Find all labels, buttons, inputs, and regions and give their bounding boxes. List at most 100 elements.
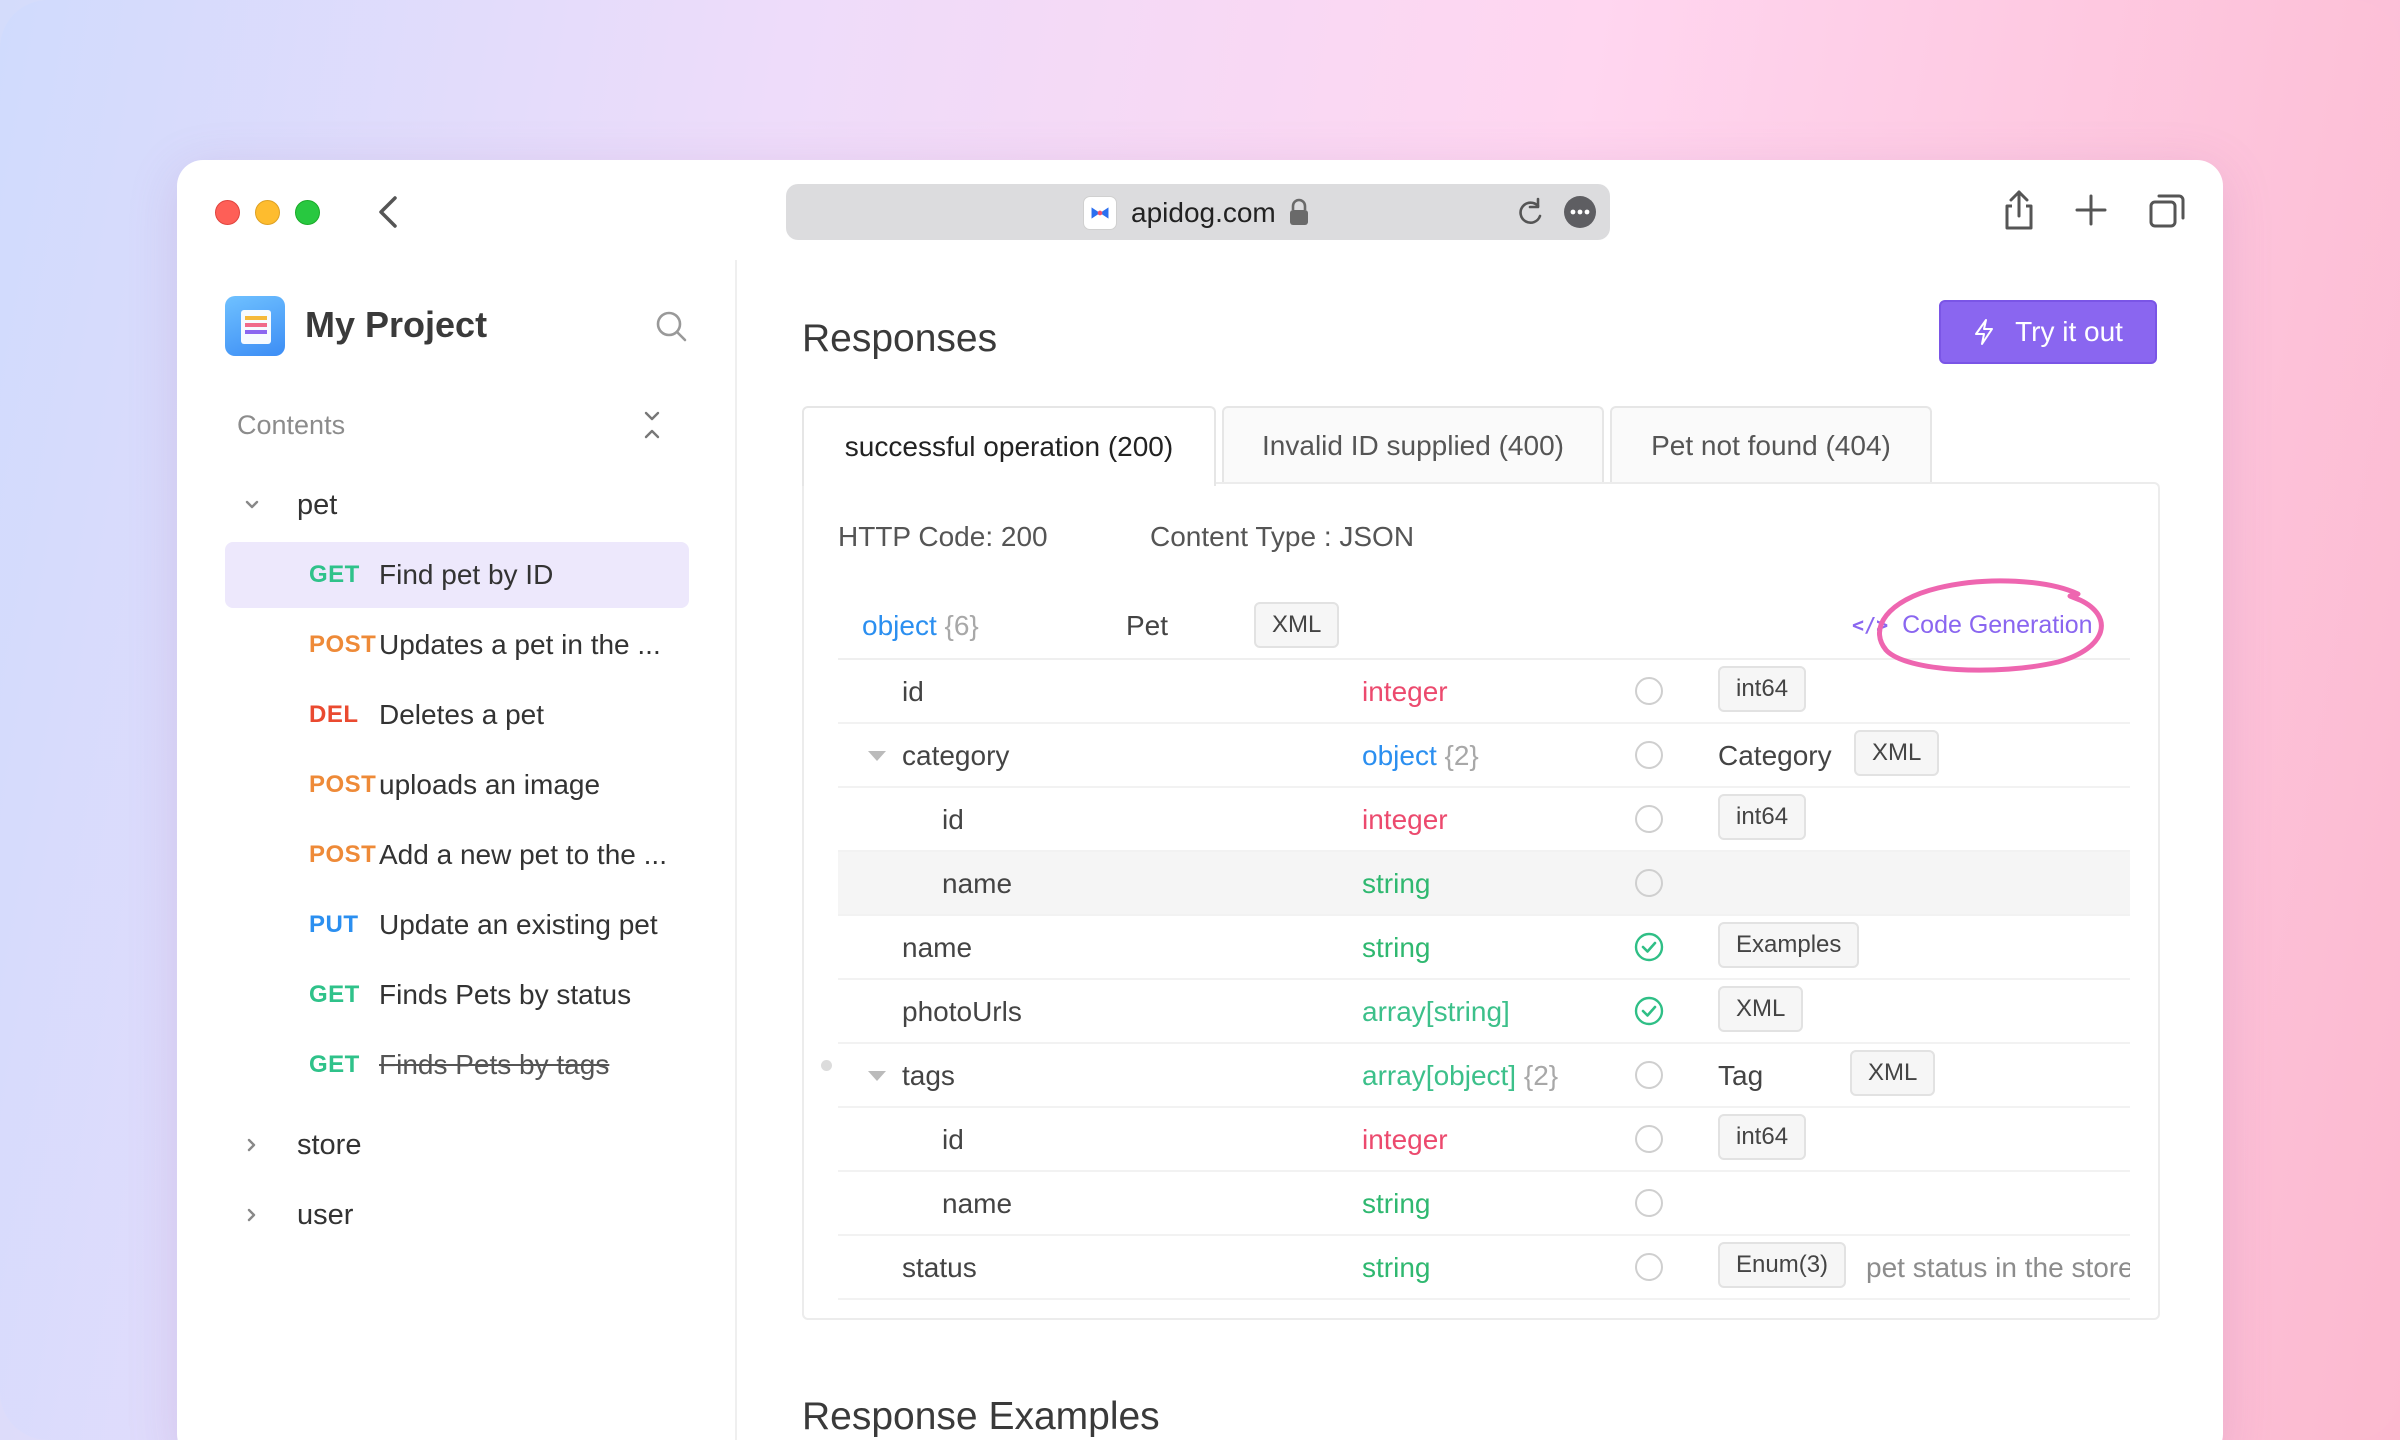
api-item-delete-pet[interactable]: DEL Deletes a pet bbox=[225, 682, 689, 748]
content-type: Content Type : JSON bbox=[1150, 521, 1415, 552]
close-window-button[interactable] bbox=[215, 200, 240, 225]
optional-circle-icon bbox=[1635, 1253, 1663, 1281]
response-examples-title: Response Examples bbox=[802, 1395, 1160, 1438]
lock-icon bbox=[1290, 198, 1308, 225]
root-type: object {6} bbox=[862, 610, 979, 641]
contents-label: Contents bbox=[237, 410, 346, 440]
try-it-out-button[interactable]: Try it out bbox=[1939, 300, 2157, 364]
field-row-category-name: name string bbox=[838, 852, 2130, 916]
try-it-out-label: Try it out bbox=[2015, 316, 2123, 347]
field-row-category[interactable]: category object {2} Category XML bbox=[838, 724, 2130, 788]
optional-circle-icon bbox=[1635, 805, 1663, 833]
share-icon[interactable] bbox=[1999, 188, 2039, 232]
collapse-all-icon[interactable] bbox=[639, 408, 665, 442]
field-row-tags-name: name string bbox=[838, 1172, 2130, 1236]
field-row-tags-id: id integer int64 bbox=[838, 1108, 2130, 1172]
tab-label: successful operation (200) bbox=[844, 431, 1174, 462]
required-check-icon bbox=[1634, 932, 1664, 962]
xml-tag[interactable]: XML bbox=[1854, 730, 1940, 776]
new-tab-icon[interactable] bbox=[2073, 192, 2109, 228]
field-name: id bbox=[902, 676, 924, 707]
format-tag: int64 bbox=[1718, 1114, 1807, 1160]
api-name: Deletes a pet bbox=[379, 699, 544, 730]
api-item-find-by-status[interactable]: GET Finds Pets by status bbox=[225, 962, 689, 1028]
field-type: array[string] bbox=[1362, 996, 1510, 1027]
api-name: Add a new pet to the ... bbox=[379, 839, 667, 870]
model-name: Tag bbox=[1718, 1060, 1764, 1091]
method-badge: GET bbox=[309, 561, 360, 588]
format-tag: int64 bbox=[1718, 794, 1807, 840]
required-check-icon bbox=[1634, 996, 1664, 1026]
folder-pet[interactable]: pet bbox=[237, 480, 337, 530]
caret-down-icon[interactable] bbox=[866, 748, 888, 764]
field-row-category-id: id integer int64 bbox=[838, 788, 2130, 852]
api-item-find-pet-by-id[interactable]: GET Find pet by ID bbox=[225, 542, 689, 608]
search-icon[interactable] bbox=[653, 308, 689, 344]
back-arrow-icon[interactable] bbox=[369, 190, 409, 234]
minimize-window-button[interactable] bbox=[255, 200, 280, 225]
optional-circle-icon bbox=[1635, 677, 1663, 705]
field-name: id bbox=[942, 804, 964, 835]
format-tag: int64 bbox=[1718, 666, 1807, 712]
api-item-upload-image[interactable]: POST uploads an image bbox=[225, 752, 689, 818]
folder-store[interactable]: store bbox=[237, 1120, 361, 1170]
examples-tag[interactable]: Examples bbox=[1718, 922, 1860, 968]
api-name: uploads an image bbox=[379, 769, 601, 800]
field-row-status: status string Enum(3) pet status in the … bbox=[838, 1236, 2130, 1300]
optional-circle-icon bbox=[1635, 1125, 1663, 1153]
api-name: Find pet by ID bbox=[379, 559, 554, 590]
field-type: string bbox=[1362, 868, 1431, 899]
code-icon: </> bbox=[1852, 613, 1889, 637]
code-generation-link[interactable]: </> Code Generation bbox=[1852, 600, 2093, 650]
xml-tag[interactable]: XML bbox=[1850, 1050, 1936, 1096]
field-name: category bbox=[902, 740, 1010, 771]
field-type: integer bbox=[1362, 676, 1448, 707]
method-badge: GET bbox=[309, 981, 360, 1008]
field-row-photourls: photoUrls array[string] XML bbox=[838, 980, 2130, 1044]
optional-circle-icon bbox=[1635, 869, 1663, 897]
tab-overview-icon[interactable] bbox=[2147, 192, 2187, 230]
field-type: integer bbox=[1362, 804, 1448, 835]
method-badge: GET bbox=[309, 1051, 360, 1078]
api-item-update-pet[interactable]: PUT Update an existing pet bbox=[225, 892, 689, 958]
folder-label: user bbox=[297, 1198, 354, 1231]
api-item-add-pet[interactable]: POST Add a new pet to the ... bbox=[225, 822, 689, 888]
optional-circle-icon bbox=[1635, 1189, 1663, 1217]
chevron-right-icon bbox=[247, 1138, 256, 1152]
enum-tag[interactable]: Enum(3) bbox=[1718, 1242, 1847, 1288]
method-badge: POST bbox=[309, 771, 377, 798]
field-name: id bbox=[942, 1124, 964, 1155]
chevron-right-icon bbox=[247, 1208, 256, 1222]
maximize-window-button[interactable] bbox=[295, 200, 320, 225]
tab-label: Pet not found (404) bbox=[1651, 430, 1891, 461]
xml-tag[interactable]: XML bbox=[1718, 986, 1804, 1032]
api-name: Updates a pet in the ... bbox=[379, 629, 661, 660]
tab-404[interactable]: Pet not found (404) bbox=[1610, 406, 1932, 484]
reload-icon[interactable] bbox=[1514, 196, 1546, 228]
method-badge: POST bbox=[309, 631, 377, 658]
field-row-id: id integer int64 bbox=[838, 660, 2130, 724]
address-bar[interactable]: apidog.com bbox=[786, 184, 1610, 240]
xml-tag[interactable]: XML bbox=[1254, 602, 1340, 648]
model-name: Category bbox=[1718, 740, 1832, 771]
tab-200[interactable]: successful operation (200) bbox=[802, 406, 1216, 486]
field-name: photoUrls bbox=[902, 996, 1022, 1027]
project-icon bbox=[225, 296, 285, 356]
field-row-tags[interactable]: tags array[object] {2} Tag XML bbox=[838, 1044, 2130, 1108]
api-item-update-pet-form[interactable]: POST Updates a pet in the ... bbox=[225, 612, 689, 678]
field-type: string bbox=[1362, 932, 1431, 963]
api-name: Update an existing pet bbox=[379, 909, 658, 940]
browser-window: apidog.com My Project Contents pet GET F… bbox=[177, 160, 2223, 1440]
folder-label: store bbox=[297, 1128, 362, 1161]
sidebar: My Project Contents pet GET Find pet by … bbox=[177, 260, 832, 1440]
optional-circle-icon bbox=[1635, 1061, 1663, 1089]
folder-user[interactable]: user bbox=[237, 1190, 353, 1240]
field-type: integer bbox=[1362, 1124, 1448, 1155]
field-type: string bbox=[1362, 1252, 1431, 1283]
tab-400[interactable]: Invalid ID supplied (400) bbox=[1222, 406, 1604, 484]
api-item-find-by-tags[interactable]: GET Finds Pets by tags bbox=[225, 1032, 832, 1098]
more-options-icon[interactable] bbox=[1564, 196, 1596, 228]
caret-down-icon[interactable] bbox=[866, 1068, 888, 1084]
field-type: array[object] {2} bbox=[1362, 1060, 1559, 1091]
main-content: Responses Try it out successful operatio… bbox=[738, 260, 2223, 1440]
